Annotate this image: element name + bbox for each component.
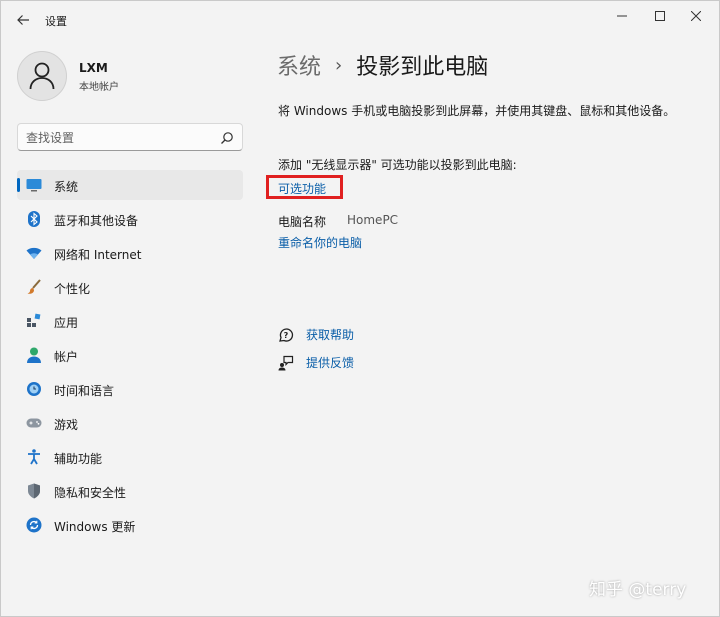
pc-name-label: 电脑名称 [278,215,327,229]
page-description: 将 Windows 手机或电脑投影到此屏幕，并使用其键盘、鼠标和其他设备。 [278,104,676,118]
search-icon[interactable] [220,131,234,145]
sidebar-item-windows-update[interactable]: Windows 更新 [17,510,243,540]
sidebar-item-label: Windows 更新 [54,520,136,534]
search-box [17,123,243,151]
search-input[interactable] [26,129,216,147]
sidebar-item-label: 辅助功能 [54,452,103,466]
sidebar-item-network[interactable]: 网络和 Internet [17,238,243,268]
sidebar-item-apps[interactable]: 应用 [17,306,243,336]
close-button[interactable] [679,5,713,27]
title-bar: 设置 [1,1,719,39]
sidebar-item-privacy[interactable]: 隐私和安全性 [17,476,243,506]
sidebar-item-accounts[interactable]: 帐户 [17,340,243,370]
back-button[interactable] [13,10,33,30]
apps-icon [26,313,42,329]
get-help-row[interactable]: ? 获取帮助 [278,326,354,343]
maximize-button[interactable] [643,5,677,27]
shield-icon [26,483,42,499]
accessibility-icon [26,449,42,465]
sidebar-item-label: 网络和 Internet [54,248,142,262]
gaming-icon [26,415,42,431]
brush-icon [26,279,42,295]
optional-features-link[interactable]: 可选功能 [278,180,326,197]
sidebar-item-personalization[interactable]: 个性化 [17,272,243,302]
sidebar-nav: 系统 蓝牙和其他设备 网络和 Internet 个性化 应用 帐户 时间和语言 … [17,170,243,544]
time-language-icon [26,381,42,397]
sidebar-item-label: 游戏 [54,418,79,432]
optional-feature-hint: 添加 "无线显示器" 可选功能以投影到此电脑: [278,158,517,172]
minimize-icon [617,15,627,17]
settings-window: 设置 LXM 本地帐户 查找设置 系统 蓝牙和其他设备 网络和 Internet… [0,0,720,617]
sidebar-item-label: 应用 [54,316,79,330]
get-help-link[interactable]: 获取帮助 [306,326,354,343]
sidebar-item-label: 蓝牙和其他设备 [54,214,139,228]
close-icon [691,11,701,21]
sidebar-item-label: 系统 [54,180,79,194]
avatar [17,51,67,101]
sidebar-item-bluetooth[interactable]: 蓝牙和其他设备 [17,204,243,234]
account-type: 本地帐户 [79,82,119,93]
system-icon [26,177,42,193]
feedback-row[interactable]: 提供反馈 [278,354,354,371]
update-icon [26,517,42,533]
pc-name-value: HomePC [347,213,399,227]
rename-pc-link[interactable]: 重命名你的电脑 [278,234,362,251]
breadcrumb-parent[interactable]: 系统 [277,49,321,81]
sidebar-item-label: 隐私和安全性 [54,486,127,500]
bluetooth-icon [26,211,42,227]
user-name: LXM [79,61,108,75]
account-icon [26,347,42,363]
breadcrumb-separator: › [335,54,343,76]
minimize-button[interactable] [605,5,639,27]
page-title: 投影到此电脑 [356,55,489,80]
sidebar-item-label: 个性化 [54,282,91,296]
sidebar-item-label: 时间和语言 [54,384,115,398]
network-icon [26,245,42,261]
sidebar-item-accessibility[interactable]: 辅助功能 [17,442,243,472]
sidebar-item-system[interactable]: 系统 [17,170,243,200]
person-icon [29,62,55,90]
help-icon: ? [278,327,294,343]
feedback-link[interactable]: 提供反馈 [306,354,354,371]
back-arrow-icon [17,15,29,25]
feedback-icon [278,355,294,371]
watermark: 知乎 @terry [589,580,687,600]
svg-text:?: ? [284,331,289,340]
user-profile[interactable]: LXM 本地帐户 [17,51,247,103]
sidebar-item-label: 帐户 [54,350,79,364]
maximize-icon [655,11,665,21]
breadcrumb: 系统 › 投影到此电脑 [277,49,488,81]
sidebar-item-time-language[interactable]: 时间和语言 [17,374,243,404]
app-title: 设置 [45,15,67,28]
sidebar-item-gaming[interactable]: 游戏 [17,408,243,438]
